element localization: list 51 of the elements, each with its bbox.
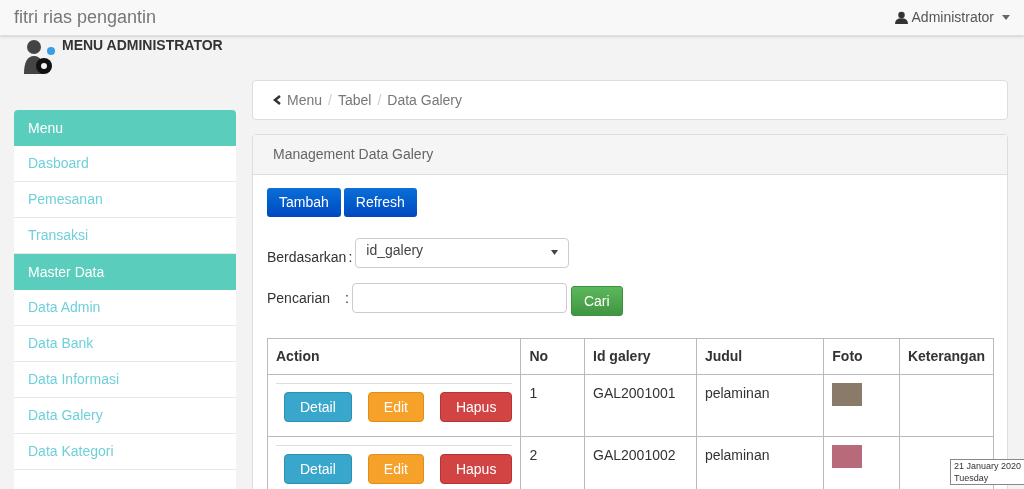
- filter-select[interactable]: id_galery: [355, 237, 570, 268]
- search-button[interactable]: Cari: [570, 286, 623, 316]
- column-header: Id galery: [584, 338, 697, 375]
- action-button[interactable]: Refresh: [343, 188, 417, 217]
- caret-icon: [1002, 15, 1010, 20]
- row-action-button[interactable]: Hapus: [439, 454, 513, 484]
- user-menu[interactable]: Administrator: [894, 7, 1010, 28]
- menu-item[interactable]: Transaksi: [14, 218, 236, 254]
- menu-item[interactable]: Data Bank: [14, 326, 236, 362]
- search-label: Pencarian: [267, 288, 332, 308]
- menu-header: Master Data: [14, 254, 236, 290]
- row-action-button[interactable]: Edit: [367, 392, 424, 422]
- photo-placeholder: [832, 445, 863, 468]
- row-action-button[interactable]: Edit: [367, 454, 424, 484]
- menu-item[interactable]: Pemesanan: [14, 182, 236, 218]
- date-tooltip: 21 January 2020 Tuesday: [950, 459, 1024, 485]
- brand-title[interactable]: fitri rias pengantin: [14, 4, 157, 31]
- column-header: Foto: [823, 338, 900, 375]
- sidebar-title: MENU ADMINISTRATOR: [62, 36, 223, 55]
- menu-header: Menu: [14, 110, 236, 146]
- menu-item[interactable]: Data Galery: [14, 398, 236, 434]
- breadcrumb-link[interactable]: Data Galery: [387, 89, 462, 111]
- search-field[interactable]: [351, 283, 567, 313]
- row-action-button[interactable]: Detail: [284, 454, 352, 484]
- menu-item[interactable]: Data Kategori: [14, 434, 236, 470]
- column-header: No: [520, 338, 585, 375]
- breadcrumb-link[interactable]: Menu: [287, 89, 323, 111]
- chevron-left-icon: [273, 95, 281, 105]
- table-cell: pelaminan: [696, 374, 824, 437]
- caret-icon: [551, 250, 559, 255]
- colon: :: [345, 288, 349, 308]
- admin-gear-icon: [22, 38, 58, 76]
- action-button[interactable]: Tambah: [267, 188, 341, 217]
- menu-item[interactable]: Dasboard: [14, 146, 236, 182]
- panel-heading: Management Data Galery: [253, 135, 1007, 175]
- filter-label: Berdasarkan: [267, 248, 347, 267]
- table-cell: 1: [520, 374, 585, 437]
- column-header: Action: [267, 338, 521, 375]
- colon: :: [348, 248, 353, 267]
- table-cell: GAL2001001: [584, 374, 697, 437]
- user-icon: [894, 11, 908, 24]
- column-header: Judul: [696, 338, 824, 375]
- column-header: Keterangan: [899, 338, 994, 375]
- menu-item[interactable]: Data Admin: [14, 290, 236, 326]
- menu-item[interactable]: Data Informasi: [14, 362, 236, 398]
- breadcrumb-separator: /: [328, 90, 332, 110]
- breadcrumb-link[interactable]: Tabel: [337, 89, 372, 111]
- row-action-button[interactable]: Hapus: [439, 392, 513, 422]
- photo-placeholder: [832, 383, 863, 406]
- breadcrumb-separator: /: [377, 90, 382, 110]
- row-action-button[interactable]: Detail: [284, 392, 352, 422]
